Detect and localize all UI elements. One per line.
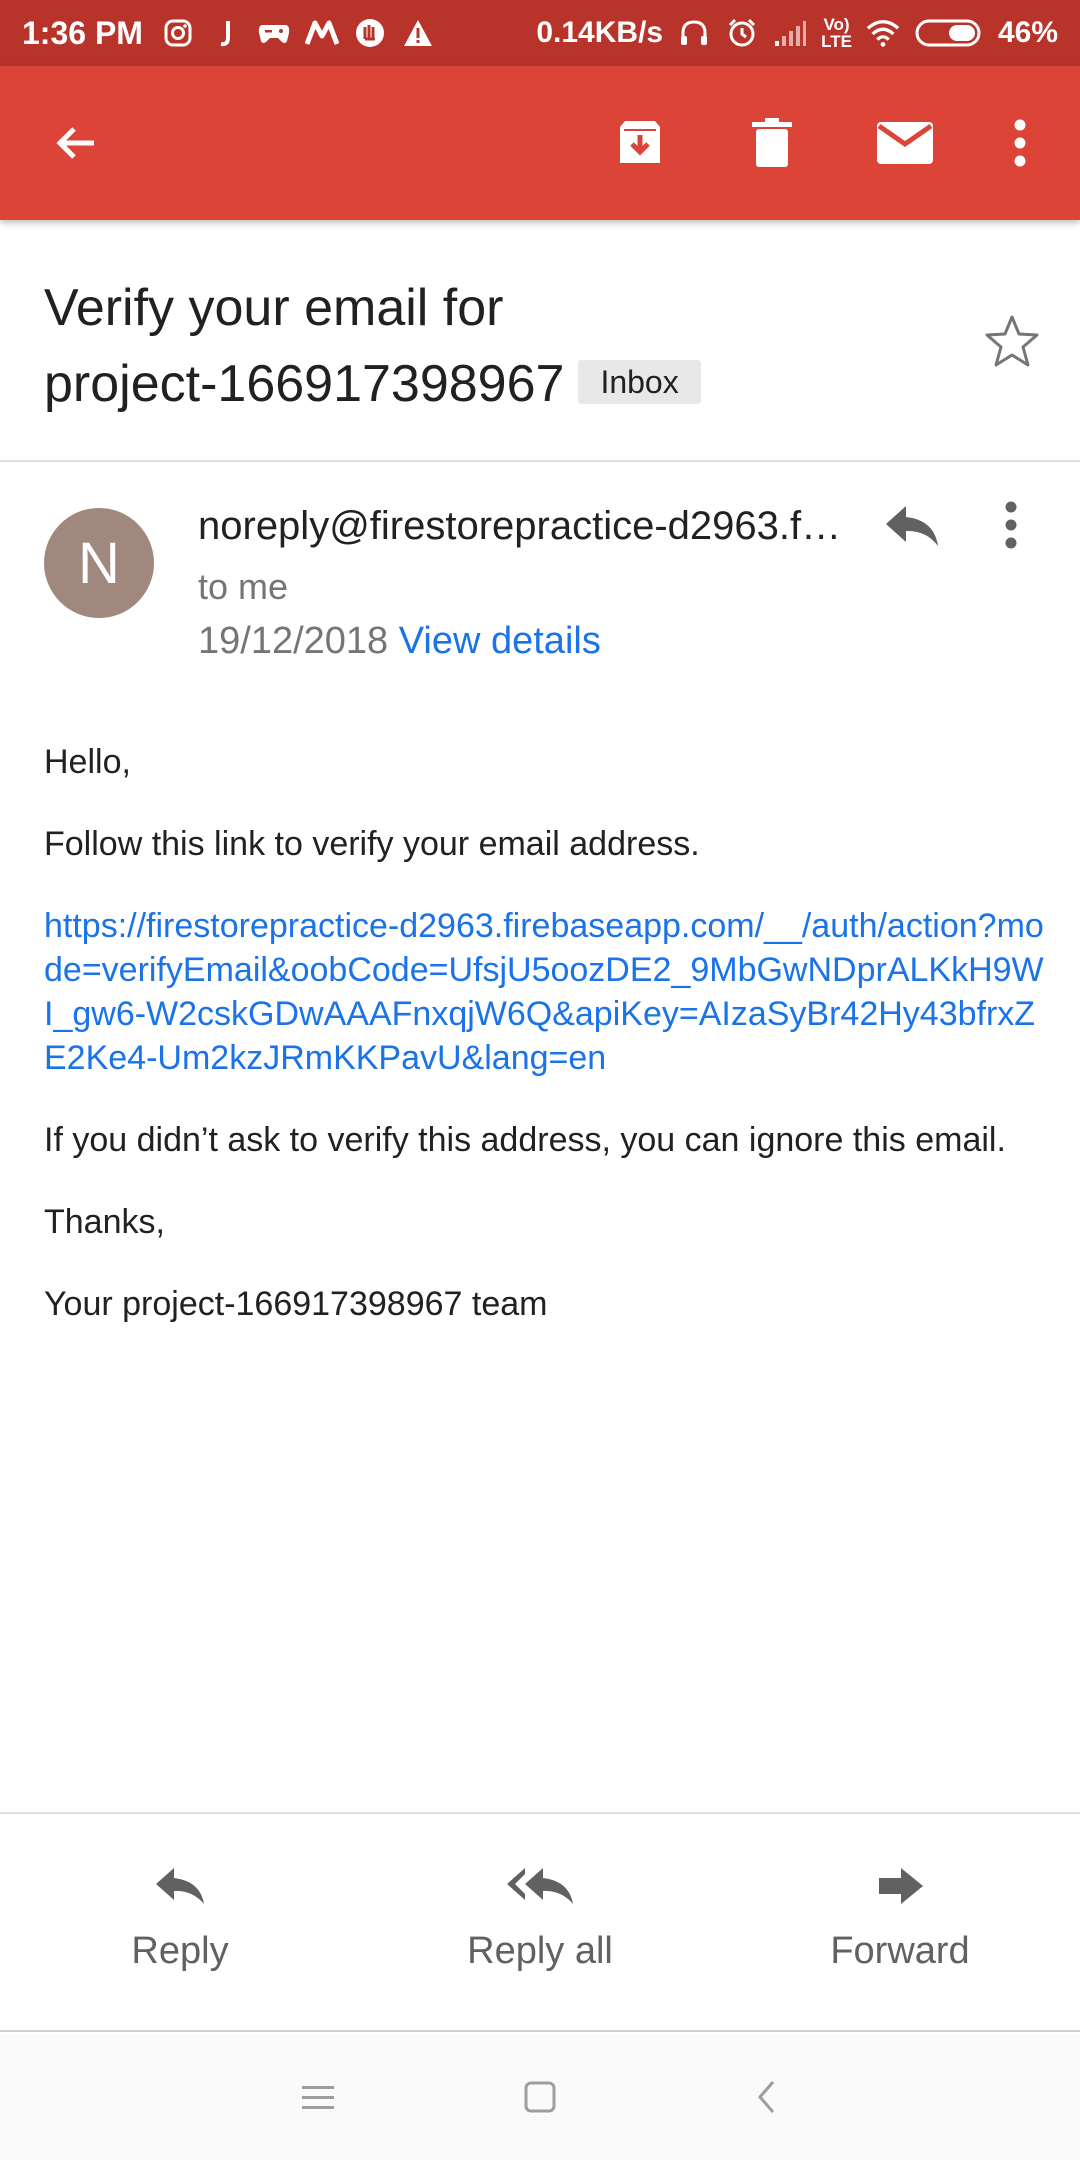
archive-button[interactable]	[604, 66, 676, 220]
subject-line-1: Verify your email for	[44, 279, 504, 337]
forward-button[interactable]: Forward	[750, 1854, 1050, 1973]
volte-indicator: Vo) LTE	[821, 16, 852, 50]
body-thanks: Thanks,	[44, 1203, 165, 1241]
email-subject: Verify your email for project-1669173989…	[44, 270, 944, 422]
sender-address[interactable]: noreply@firestorepractice-d2963.firebase…	[198, 504, 848, 549]
battery-percent: 46%	[997, 16, 1058, 49]
volte-bottom: LTE	[821, 32, 852, 51]
forward-label: Forward	[830, 1930, 970, 1972]
sender-avatar[interactable]: N	[44, 508, 154, 618]
email-date: 19/12/2018	[198, 620, 389, 662]
verification-link[interactable]: https://firestorepractice-d2963.firebase…	[44, 904, 1044, 1080]
hand-icon	[353, 16, 387, 50]
headphones-icon	[677, 16, 711, 50]
status-time: 1:36 PM	[22, 14, 143, 51]
archive-icon	[620, 121, 660, 163]
app-toolbar	[0, 66, 1080, 220]
wifi-icon	[866, 16, 900, 50]
menu-nav-button[interactable]	[283, 2062, 353, 2132]
status-bar: 1:36 PM 0.14KB/s Vo) LTE 46%	[0, 0, 1080, 66]
email-body: Hello, Follow this link to verify your e…	[44, 740, 1044, 1364]
delete-icon	[752, 118, 792, 167]
menu-icon	[302, 2086, 334, 2109]
back-button[interactable]	[40, 66, 112, 220]
back-chevron-icon	[758, 2081, 775, 2113]
action-bar: Reply Reply all Forward	[0, 1812, 1080, 2032]
sender-more-button[interactable]	[1004, 500, 1048, 566]
signal-icon	[773, 16, 807, 50]
reply-icon	[886, 506, 938, 546]
home-nav-button[interactable]	[505, 2062, 575, 2132]
battery-icon	[914, 16, 984, 50]
reply-label: Reply	[131, 1930, 229, 1972]
star-button[interactable]	[982, 312, 1048, 378]
subject-divider	[0, 460, 1080, 462]
reply-icon	[156, 1868, 204, 1904]
j-icon	[209, 16, 243, 50]
body-greeting: Hello,	[44, 743, 131, 781]
home-square-icon	[524, 2081, 556, 2113]
forward-icon	[879, 1868, 923, 1904]
mark-unread-icon	[877, 122, 933, 164]
body-ignore-note: If you didn’t ask to verify this address…	[44, 1121, 1006, 1159]
more-vert-icon	[1014, 119, 1026, 167]
reply-button-top[interactable]	[884, 500, 950, 566]
reply-all-button[interactable]: Reply all	[390, 1854, 690, 1973]
more-vert-icon	[1005, 501, 1017, 549]
mark-unread-button[interactable]	[870, 66, 940, 220]
alarm-icon	[725, 16, 759, 50]
body-signature: Your project-166917398967 team	[44, 1285, 548, 1323]
back-nav-button[interactable]	[732, 2062, 802, 2132]
reply-all-icon	[507, 1868, 573, 1904]
inbox-label-chip[interactable]: Inbox	[578, 360, 701, 404]
net-speed: 0.14KB/s	[536, 16, 664, 49]
subject-line-2-row: project-166917398967 Inbox	[44, 346, 944, 422]
m-icon	[304, 16, 339, 50]
star-icon	[985, 315, 1039, 367]
instagram-icon	[161, 16, 195, 50]
warning-icon	[401, 16, 435, 50]
date-row: 19/12/2018 View details	[198, 620, 601, 663]
reply-all-label: Reply all	[467, 1930, 613, 1972]
delete-button[interactable]	[736, 66, 808, 220]
reply-button[interactable]: Reply	[30, 1854, 330, 1973]
recipient-line: to me	[198, 566, 289, 607]
subject-line-2: project-166917398967	[44, 355, 565, 413]
body-instruction: Follow this link to verify your email ad…	[44, 825, 700, 863]
system-nav-bar	[0, 2034, 1080, 2160]
more-options-button[interactable]	[998, 66, 1042, 220]
gamepad-icon	[257, 16, 291, 50]
back-arrow-icon	[56, 127, 94, 159]
view-details-link[interactable]: View details	[399, 620, 601, 662]
